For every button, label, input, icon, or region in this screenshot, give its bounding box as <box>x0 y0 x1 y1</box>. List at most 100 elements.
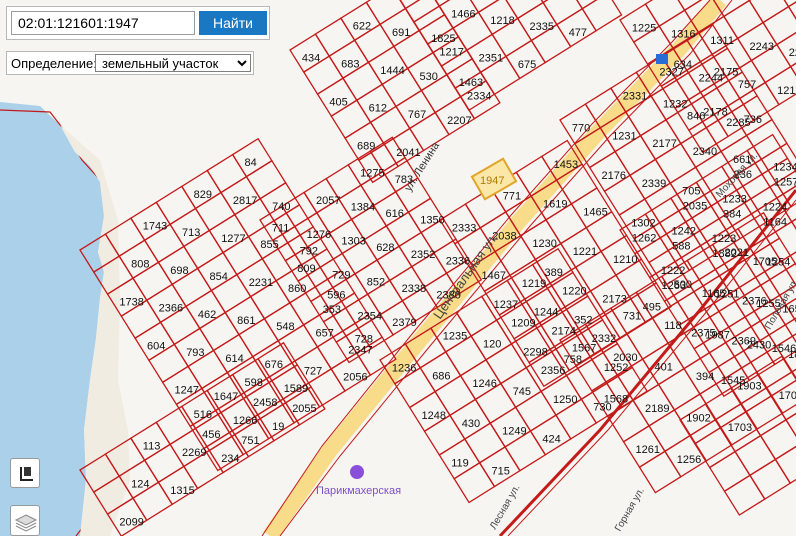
plot-number: 767 <box>408 109 426 121</box>
plot-number: 829 <box>194 189 212 201</box>
plot-number: 2458 <box>253 397 277 409</box>
parcel[interactable] <box>787 0 796 30</box>
plot-number: 2354 <box>358 310 382 322</box>
plot-number: 2327 <box>659 67 683 79</box>
plot-number: 1224 <box>763 201 787 213</box>
plot-number: 1261 <box>636 444 660 456</box>
parcel[interactable] <box>606 399 650 443</box>
parcel[interactable] <box>723 474 766 516</box>
street-lesnaya: Лесная ул. <box>488 483 522 532</box>
plot-number: 2339 <box>642 178 666 190</box>
plot-number: 2189 <box>645 403 669 415</box>
plot-number: 1222 <box>661 265 685 277</box>
plot-number: 588 <box>672 240 690 252</box>
plot-number: 1568 <box>604 393 628 405</box>
parcel[interactable] <box>155 185 197 226</box>
parcel[interactable] <box>528 0 570 4</box>
plot-number: 1209 <box>511 317 535 329</box>
poi-marker-icon[interactable] <box>350 465 364 479</box>
plot-number: 1546 <box>772 343 796 355</box>
parcel[interactable] <box>790 204 796 247</box>
plot-number: 1316 <box>671 29 695 41</box>
plot-number: 1302 <box>631 217 655 229</box>
plot-number: 2176 <box>602 170 626 182</box>
plot-number: 1384 <box>351 202 375 214</box>
plot-number: 2817 <box>233 195 257 207</box>
plot-number: 1275 <box>360 167 384 179</box>
map-frame-button[interactable] <box>10 458 40 488</box>
plot-number: 2379 <box>392 317 416 329</box>
plot-number: 1248 <box>422 410 446 422</box>
plot-number: 1218 <box>490 15 514 27</box>
search-panel: Найти <box>6 6 270 40</box>
plot-number: 234 <box>221 453 239 465</box>
frame-icon <box>20 467 33 481</box>
parcel[interactable] <box>325 163 362 200</box>
parcel[interactable] <box>749 458 792 500</box>
parcel[interactable] <box>734 0 776 2</box>
plot-number: 2375 <box>691 327 715 339</box>
definition-select[interactable]: земельный участок <box>95 54 251 72</box>
plot-number: 860 <box>288 283 306 295</box>
plot-number: 731 <box>623 311 641 323</box>
parcel[interactable] <box>734 434 777 477</box>
plot-number: 124 <box>131 479 149 491</box>
parcel[interactable] <box>638 450 682 494</box>
plot-number: 1466 <box>451 9 475 21</box>
plot-number: 113 <box>143 441 161 453</box>
plot-number: 852 <box>367 276 385 288</box>
poi-label: Парикмахерская <box>316 485 401 497</box>
plot-number: 729 <box>332 270 350 282</box>
plot-number: 1242 <box>672 225 696 237</box>
plot-number: 689 <box>357 141 375 153</box>
plot-number: 2335 <box>530 21 554 33</box>
plot-number: 456 <box>202 429 220 441</box>
parcel[interactable] <box>314 17 356 58</box>
plot-number: 2056 <box>343 371 367 383</box>
plot-number: 1311 <box>710 35 734 47</box>
parcel[interactable] <box>759 418 796 461</box>
plot-number: 604 <box>147 341 165 353</box>
cadastral-map[interactable]: 1743 829 84 808 713 2817 1738 698 1277 740 2366 854… <box>0 0 796 536</box>
plot-number: 2057 <box>316 195 340 207</box>
plot-number: 462 <box>198 309 216 321</box>
plot-number: 1350 <box>420 215 444 227</box>
plot-number: 622 <box>353 21 371 33</box>
plot-number: 1315 <box>170 485 194 497</box>
plot-number: 792 <box>300 245 318 257</box>
find-button[interactable]: Найти <box>199 11 267 35</box>
plot-number: 2178 <box>703 106 727 118</box>
parcel[interactable] <box>581 0 623 32</box>
cadastral-search-input[interactable] <box>11 11 195 35</box>
plot-number: 598 <box>245 377 263 389</box>
plot-number: 2334 <box>467 91 491 103</box>
plot-number: 1250 <box>553 394 577 406</box>
parcel[interactable] <box>708 450 751 493</box>
plot-number: 758 <box>564 354 582 366</box>
plot-number: 740 <box>272 201 290 213</box>
plot-number: 691 <box>392 27 410 39</box>
plot-number: 705 <box>682 186 700 198</box>
plot-number: 120 <box>483 339 501 351</box>
plot-number: 713 <box>182 227 200 239</box>
plot-number: 745 <box>513 386 531 398</box>
plot-number: 2340 <box>693 146 717 158</box>
parcel[interactable] <box>722 0 764 40</box>
plot-number: 614 <box>225 353 243 365</box>
parcel[interactable] <box>206 153 248 194</box>
layers-button[interactable] <box>10 505 40 536</box>
plot-number: 1589 <box>284 383 308 395</box>
plot-number: 861 <box>237 315 255 327</box>
bus-stop-icon <box>656 54 668 64</box>
plot-number: 1219 <box>522 278 546 290</box>
plot-number: 2366 <box>159 303 183 315</box>
parcel[interactable] <box>774 442 796 485</box>
plot-number: 809 <box>297 263 315 275</box>
plot-number: 2285 <box>726 117 750 129</box>
parcel[interactable] <box>762 5 796 46</box>
plot-number: 495 <box>643 301 661 313</box>
plot-number: 2333 <box>452 222 476 234</box>
plot-number: 2041 <box>396 147 420 159</box>
highlighted-plot-label: 1947 <box>480 175 504 187</box>
plot-number: 1234 <box>773 162 796 174</box>
